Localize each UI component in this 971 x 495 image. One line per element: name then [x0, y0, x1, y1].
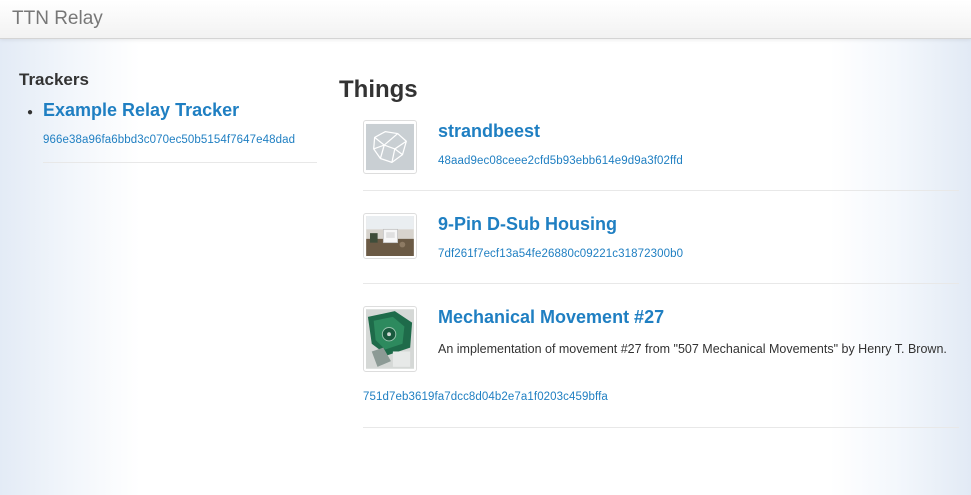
tracker-id-link[interactable]: 966e38a96fa6bbd3c070ec50b5154f7647e48dad	[43, 133, 319, 147]
brand-link[interactable]: TTN Relay	[12, 8, 103, 30]
navbar: TTN Relay	[0, 0, 971, 39]
thing-divider	[363, 190, 959, 191]
thing-title-link[interactable]: 9-Pin D-Sub Housing	[438, 213, 617, 235]
thing-id-link[interactable]: 751d7eb3619fa7dcc8d04b2e7a1f0203c459bffa	[363, 390, 608, 404]
sidebar: Trackers ● Example Relay Tracker 966e38a…	[19, 70, 319, 171]
mechanical-movement-thumbnail[interactable]	[363, 306, 417, 372]
tracker-item: ● Example Relay Tracker 966e38a96fa6bbd3…	[19, 99, 319, 163]
dsub-housing-thumbnail-icon	[366, 216, 414, 256]
tracker-list: ● Example Relay Tracker 966e38a96fa6bbd3…	[19, 99, 319, 163]
page-title: Things	[339, 76, 418, 103]
thing-title-link[interactable]: Mechanical Movement #27	[438, 306, 664, 328]
thing-description: An implementation of movement #27 from "…	[438, 342, 947, 356]
thing-divider	[363, 283, 959, 284]
thing-id-link[interactable]: 7df261f7ecf13a54fe26880c09221c31872300b0	[438, 247, 683, 261]
mechanical-movement-thumbnail-icon	[366, 309, 414, 369]
trackers-heading: Trackers	[19, 70, 89, 89]
thing-id-link[interactable]: 48aad9ec08ceee2cfd5b93ebb614e9d9a3f02ffd	[438, 154, 683, 168]
strandbeest-thumbnail[interactable]	[363, 120, 417, 174]
thing-title-link[interactable]: strandbeest	[438, 120, 540, 142]
tracker-divider	[43, 162, 317, 163]
bullet-icon: ●	[27, 107, 34, 118]
main-content: Things strandbeest 48aad9ec08ceee2cfd5b9…	[339, 74, 959, 428]
strandbeest-thumbnail-icon	[366, 123, 414, 171]
tracker-name-link[interactable]: Example Relay Tracker	[43, 99, 319, 121]
thing-divider	[363, 427, 959, 428]
dsub-housing-thumbnail[interactable]	[363, 213, 417, 259]
